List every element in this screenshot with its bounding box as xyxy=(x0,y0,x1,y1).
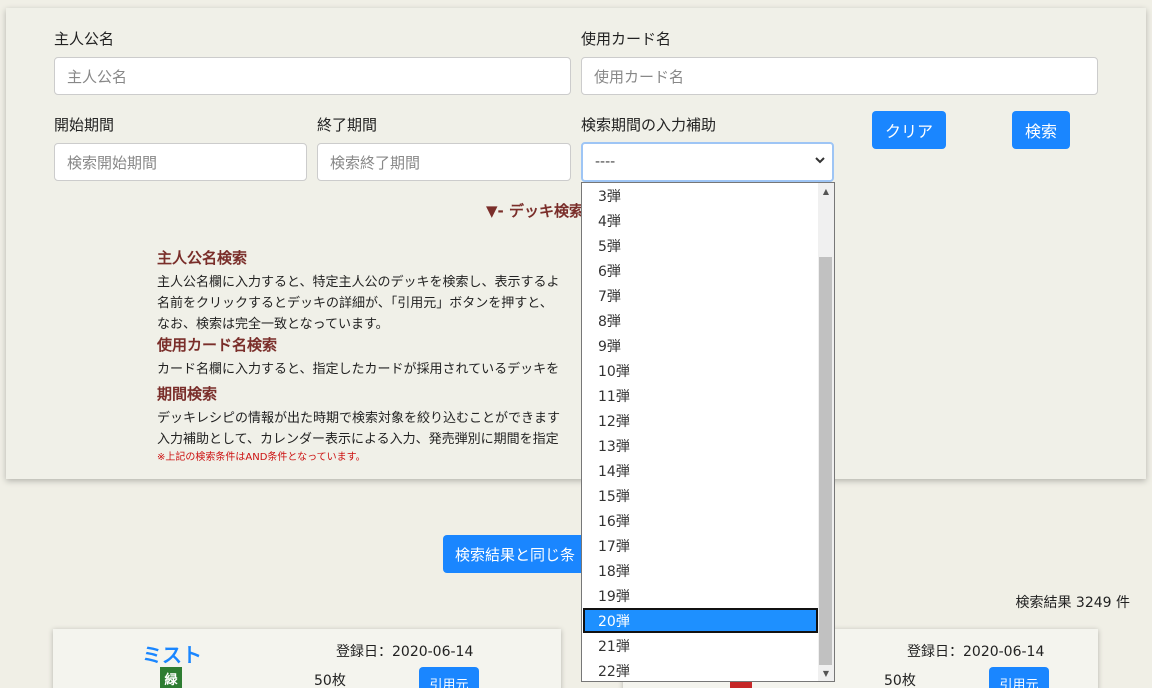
scroll-up-icon[interactable]: ▲ xyxy=(818,183,834,199)
scroll-thumb[interactable] xyxy=(819,257,832,665)
option-21[interactable]: 21弾 xyxy=(583,633,818,658)
help-heading-protagonist: 主人公名検索 xyxy=(157,249,248,267)
protagonist-label: 主人公名 xyxy=(54,30,115,48)
scroll-down-icon[interactable]: ▼ xyxy=(818,665,834,681)
option-17[interactable]: 17弾 xyxy=(583,533,818,558)
help-text: デッキレシピの情報が出た時期で検索対象を絞り込むことができます xyxy=(157,411,561,426)
deck-protagonist-link[interactable]: ミスト xyxy=(142,639,202,668)
clear-button[interactable]: クリア xyxy=(872,111,946,149)
help-text: 名前をクリックするとデッキの詳細が、「引用元」ボタンを押すと、 xyxy=(157,296,553,311)
help-heading-card: 使用カード名検索 xyxy=(157,336,278,354)
help-text: カード名欄に入力すると、指定したカードが採用されているデッキを xyxy=(157,362,560,377)
period-assist-value: ---- xyxy=(595,154,616,170)
source-button[interactable]: 引用元 xyxy=(989,667,1049,688)
option-20-selected[interactable]: 20弾 xyxy=(583,608,818,633)
period-assist-select[interactable]: ---- xyxy=(581,142,834,182)
color-badge: 緑 xyxy=(160,667,182,688)
option-7[interactable]: 7弾 xyxy=(583,283,818,308)
card-name-label: 使用カード名 xyxy=(581,30,672,48)
help-heading-period: 期間検索 xyxy=(157,385,218,403)
end-period-input[interactable]: 検索終了期間 xyxy=(317,143,571,181)
option-4[interactable]: 4弾 xyxy=(583,208,818,233)
period-assist-label: 検索期間の入力補助 xyxy=(581,116,717,134)
option-3[interactable]: 3弾 xyxy=(583,183,818,208)
dropdown-scrollbar[interactable]: ▲ ▼ xyxy=(818,183,834,681)
start-period-label: 開始期間 xyxy=(54,116,115,134)
chevron-down-icon xyxy=(814,154,826,169)
option-10[interactable]: 10弾 xyxy=(583,358,818,383)
help-text: 入力補助として、カレンダー表示による入力、発売弾別に期間を指定 xyxy=(157,432,559,447)
period-assist-dropdown[interactable]: 3弾 4弾 5弾 6弾 7弾 8弾 9弾 10弾 11弾 12弾 13弾 14弾… xyxy=(581,182,835,682)
search-button[interactable]: 検索 xyxy=(1012,111,1070,149)
option-16[interactable]: 16弾 xyxy=(583,508,818,533)
deck-card: ミスト 緑 登録日：2020-06-14 50枚 引用元 xyxy=(53,629,561,688)
card-name-input[interactable]: 使用カード名 xyxy=(581,57,1098,95)
option-11[interactable]: 11弾 xyxy=(583,383,818,408)
register-date: 登録日：2020-06-14 xyxy=(907,644,1045,660)
start-period-input[interactable]: 検索開始期間 xyxy=(54,143,307,181)
option-12[interactable]: 12弾 xyxy=(583,408,818,433)
option-22[interactable]: 22弾 xyxy=(583,658,818,681)
register-date: 登録日：2020-06-14 xyxy=(336,644,474,660)
card-count: 50枚 xyxy=(314,673,346,688)
help-text: なお、検索は完全一致となっています。 xyxy=(157,317,389,332)
option-13[interactable]: 13弾 xyxy=(583,433,818,458)
option-9[interactable]: 9弾 xyxy=(583,333,818,358)
end-period-label: 終了期間 xyxy=(317,116,378,134)
help-text: 主人公名欄に入力すると、特定主人公のデッキを検索し、表示するよ xyxy=(157,275,560,290)
option-6[interactable]: 6弾 xyxy=(583,258,818,283)
protagonist-input[interactable]: 主人公名 xyxy=(54,57,571,95)
option-8[interactable]: 8弾 xyxy=(583,308,818,333)
option-5[interactable]: 5弾 xyxy=(583,233,818,258)
card-count: 50枚 xyxy=(884,673,916,688)
help-toggle[interactable]: ▼- デッキ検索 xyxy=(486,200,584,221)
copy-conditions-button[interactable]: 検索結果と同じ条 xyxy=(443,535,593,573)
result-count: 検索結果 3249 件 xyxy=(1015,595,1130,611)
option-19[interactable]: 19弾 xyxy=(583,583,818,608)
option-15[interactable]: 15弾 xyxy=(583,483,818,508)
option-14[interactable]: 14弾 xyxy=(583,458,818,483)
and-condition-note: ※上記の検索条件はAND条件となっています。 xyxy=(157,452,366,463)
option-18[interactable]: 18弾 xyxy=(583,558,818,583)
source-button[interactable]: 引用元 xyxy=(419,667,479,688)
